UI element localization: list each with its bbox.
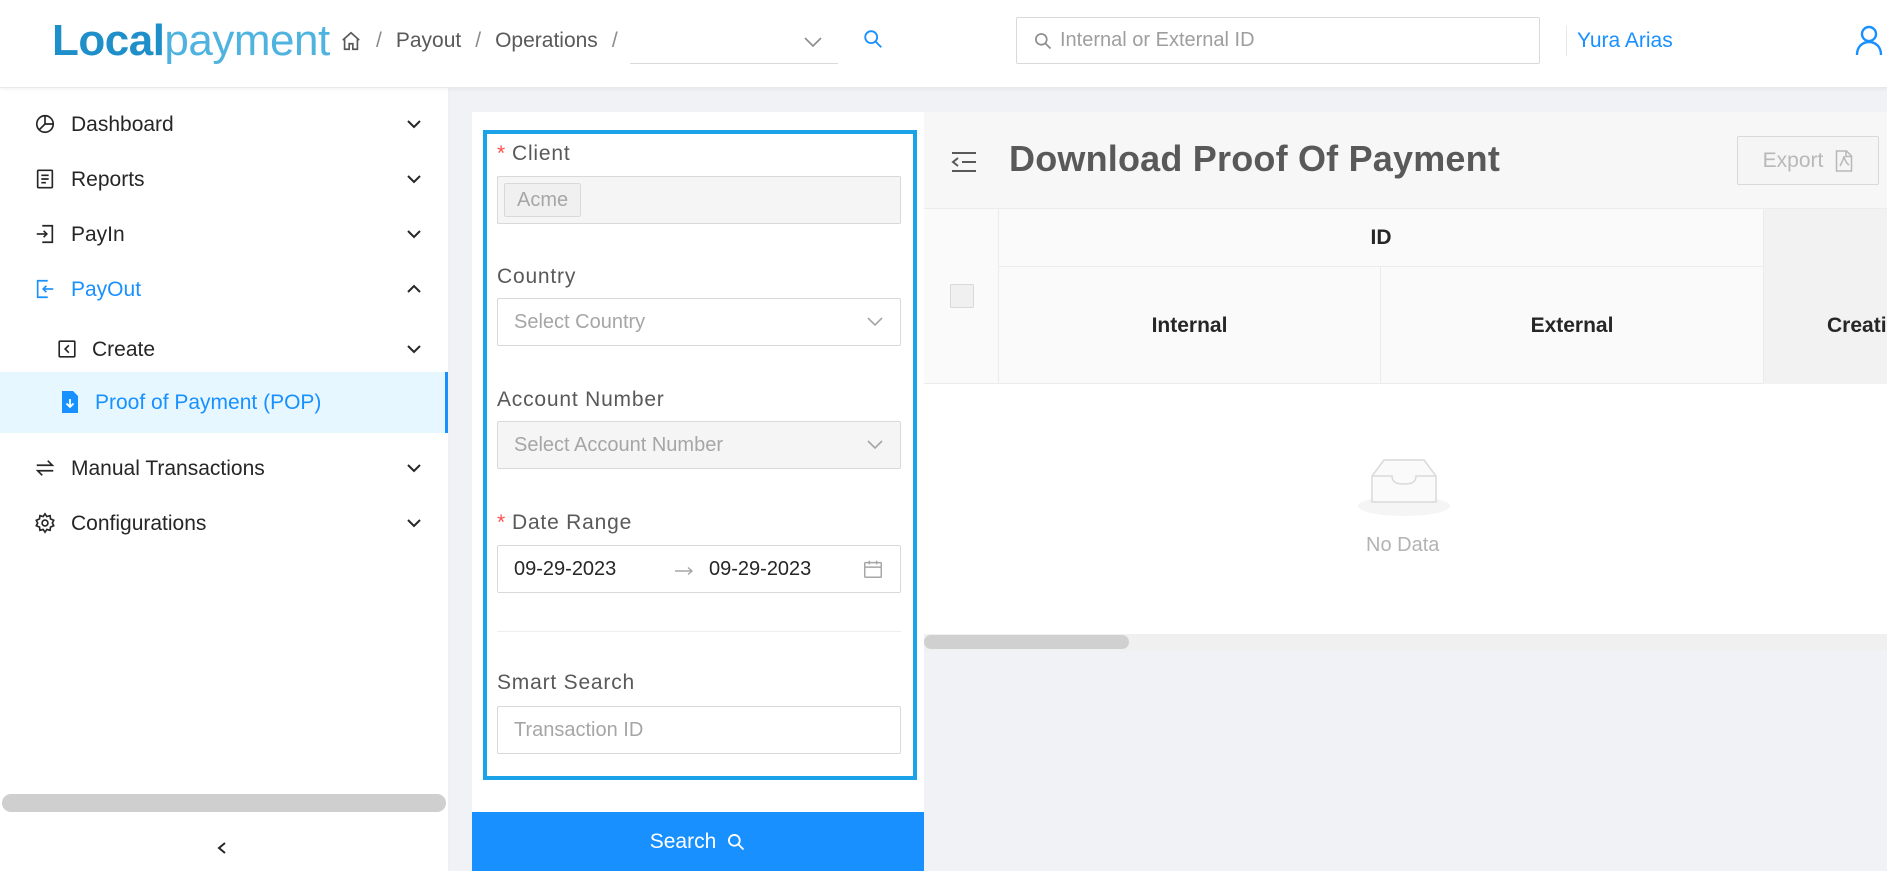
search-icon bbox=[1033, 31, 1053, 51]
chevron-down-icon bbox=[406, 227, 422, 241]
search-icon[interactable] bbox=[862, 28, 884, 50]
sidebar-item-payout[interactable]: PayOut bbox=[0, 262, 448, 318]
calendar-icon bbox=[862, 558, 884, 580]
chevron-left-icon[interactable] bbox=[214, 840, 230, 856]
empty-inbox-icon bbox=[1356, 454, 1452, 518]
date-range-picker[interactable]: 09-29-2023 09-29-2023 bbox=[497, 545, 901, 593]
login-icon bbox=[34, 223, 56, 245]
required-mark: * bbox=[497, 511, 506, 534]
chevron-down-icon bbox=[866, 438, 884, 452]
column-group-id: ID bbox=[999, 209, 1764, 267]
arrow-right-icon bbox=[674, 566, 694, 576]
logout-icon bbox=[34, 278, 56, 300]
chevron-down-icon bbox=[802, 32, 824, 52]
country-label: Country bbox=[497, 265, 577, 288]
global-search-input[interactable] bbox=[1060, 18, 1520, 63]
account-number-select[interactable]: Select Account Number bbox=[497, 421, 901, 469]
file-download-icon bbox=[60, 390, 80, 414]
user-name[interactable]: Yura Arias bbox=[1566, 26, 1673, 56]
required-mark: * bbox=[497, 142, 506, 165]
empty-state-text: No Data bbox=[1366, 534, 1440, 556]
country-select[interactable]: Select Country bbox=[497, 298, 901, 346]
localpayment-logo[interactable]: Localpayment bbox=[52, 14, 330, 68]
column-creation[interactable]: Creatio bbox=[1764, 209, 1887, 384]
client-label: * Client bbox=[497, 142, 571, 165]
pie-chart-icon bbox=[34, 113, 56, 135]
page-title: Download Proof Of Payment bbox=[1009, 138, 1501, 179]
sidebar: Dashboard Reports PayIn PayOut Create Pr… bbox=[0, 88, 450, 871]
menu-fold-icon[interactable] bbox=[950, 150, 978, 174]
date-end-input[interactable]: 09-29-2023 bbox=[709, 558, 811, 581]
sidebar-item-reports[interactable]: Reports bbox=[0, 152, 448, 208]
sidebar-scrollbar[interactable] bbox=[2, 794, 446, 812]
search-icon bbox=[728, 833, 745, 850]
chevron-down-icon bbox=[406, 516, 422, 530]
search-button[interactable]: Search bbox=[472, 812, 924, 871]
date-start-input[interactable]: 09-29-2023 bbox=[514, 558, 616, 581]
export-button[interactable]: Export bbox=[1737, 136, 1879, 185]
top-header: Localpayment / Payout / Operations / Yur… bbox=[0, 0, 1887, 88]
smart-search-input[interactable]: Transaction ID bbox=[497, 706, 901, 754]
user-icon[interactable] bbox=[1854, 24, 1884, 56]
breadcrumb-separator: / bbox=[475, 29, 482, 52]
global-search-box[interactable] bbox=[1016, 17, 1540, 64]
filter-divider bbox=[497, 631, 901, 632]
breadcrumb: / Payout / Operations / bbox=[340, 26, 632, 56]
client-tag: Acme bbox=[504, 183, 582, 217]
breadcrumb-payout[interactable]: Payout bbox=[396, 29, 461, 53]
chevron-up-icon bbox=[406, 282, 422, 296]
breadcrumb-separator: / bbox=[376, 29, 382, 52]
sidebar-item-dashboard[interactable]: Dashboard bbox=[0, 97, 448, 153]
home-icon[interactable] bbox=[340, 30, 362, 52]
account-number-label: Account Number bbox=[497, 388, 665, 411]
chevron-down-icon bbox=[406, 172, 422, 186]
create-icon bbox=[56, 338, 78, 360]
report-icon bbox=[34, 168, 56, 190]
smart-search-label: Smart Search bbox=[497, 671, 635, 694]
chevron-down-icon bbox=[406, 342, 422, 356]
file-pdf-icon bbox=[1836, 149, 1853, 172]
client-select[interactable]: Acme bbox=[497, 176, 901, 224]
sidebar-item-proof-of-payment[interactable]: Proof of Payment (POP) bbox=[0, 372, 448, 433]
gear-icon bbox=[34, 512, 56, 534]
sidebar-item-configurations[interactable]: Configurations bbox=[0, 496, 448, 552]
chevron-down-icon bbox=[406, 461, 422, 475]
select-all-checkbox[interactable] bbox=[950, 284, 974, 308]
breadcrumb-operations[interactable]: Operations bbox=[495, 29, 598, 53]
breadcrumb-select[interactable] bbox=[630, 22, 838, 64]
sidebar-item-create[interactable]: Create bbox=[0, 322, 448, 378]
chevron-down-icon bbox=[406, 117, 422, 131]
column-internal[interactable]: Internal bbox=[999, 267, 1381, 384]
sidebar-item-payin[interactable]: PayIn bbox=[0, 207, 448, 263]
column-external[interactable]: External bbox=[1381, 267, 1764, 384]
breadcrumb-separator: / bbox=[611, 29, 618, 52]
swap-icon bbox=[34, 457, 56, 479]
table-scrollbar[interactable] bbox=[924, 635, 1129, 649]
chevron-down-icon bbox=[866, 315, 884, 329]
date-range-label: * Date Range bbox=[497, 511, 633, 534]
sidebar-item-manual-transactions[interactable]: Manual Transactions bbox=[0, 441, 448, 497]
